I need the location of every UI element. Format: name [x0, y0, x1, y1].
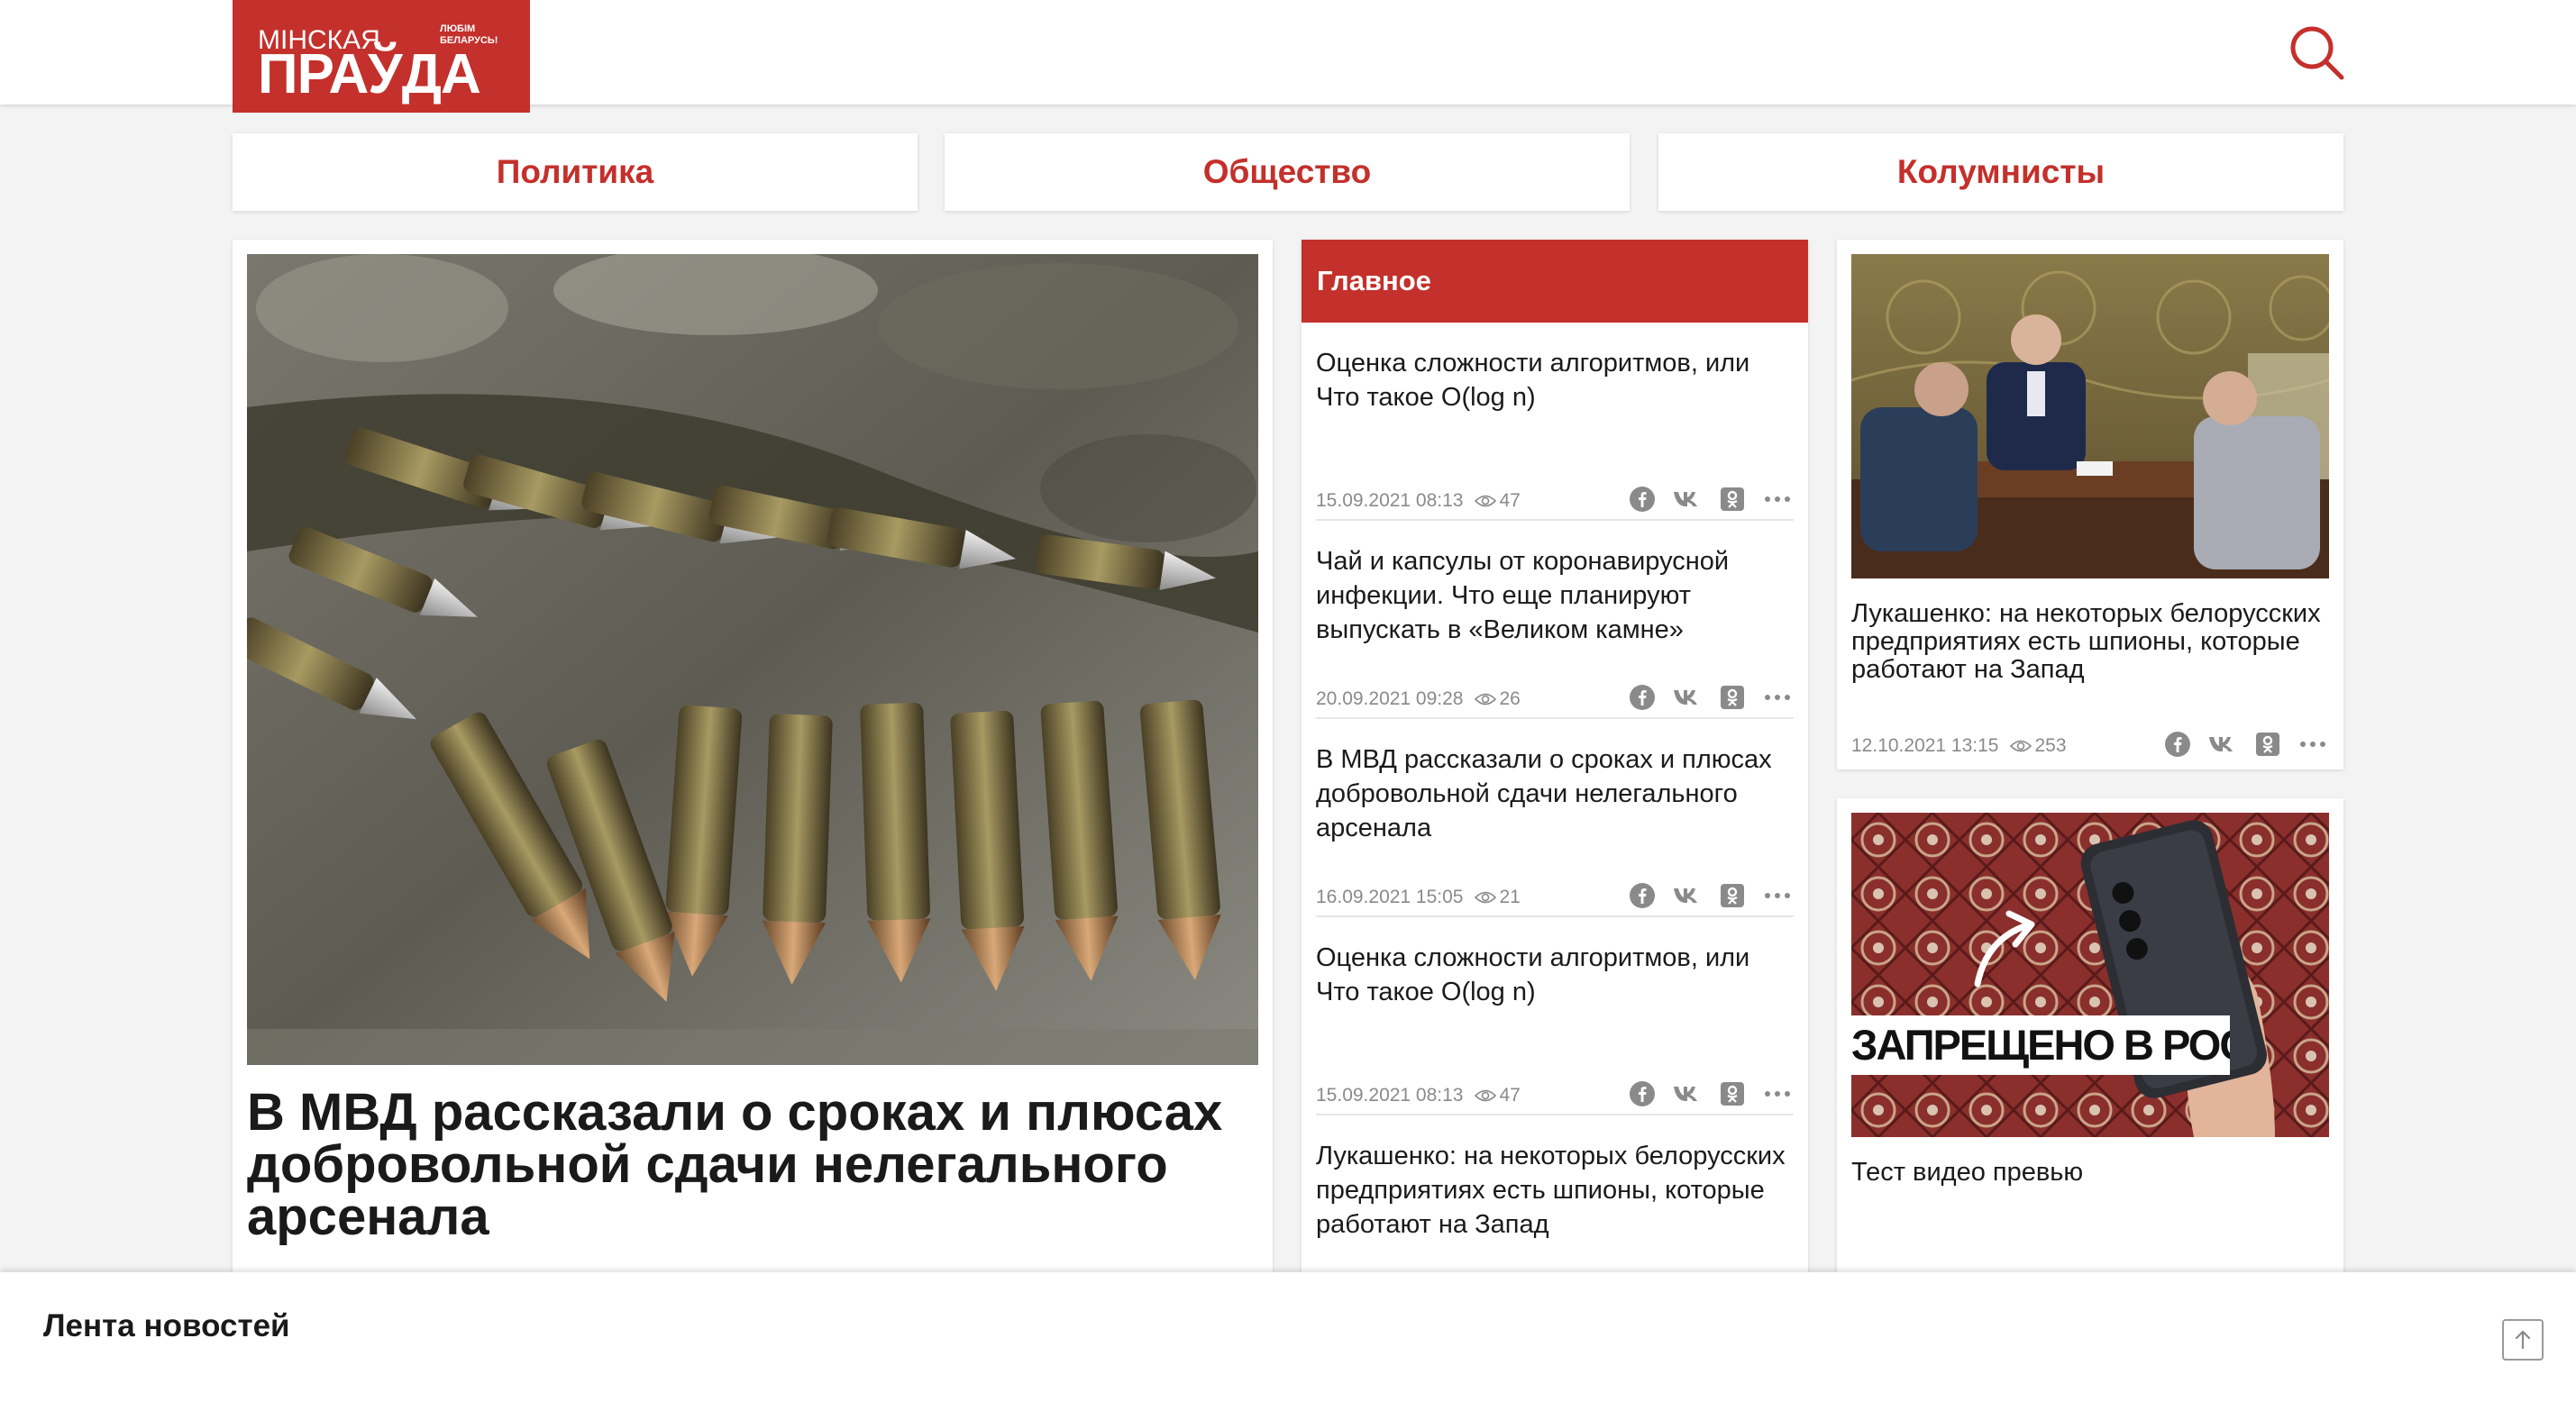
more-icon[interactable]: [2297, 728, 2329, 760]
eye-icon: [1474, 1089, 1496, 1102]
side-article-view-count: 253: [2034, 735, 2067, 756]
vk-icon[interactable]: [1671, 879, 1704, 912]
share-bar: [1626, 1078, 1794, 1110]
nav-politics[interactable]: Политика: [233, 133, 918, 211]
search-icon[interactable]: [2289, 25, 2345, 81]
news-item-title[interactable]: Оценка сложности алгоритмов, или Что так…: [1316, 346, 1794, 414]
side-article-meta: 12.10.2021 13:15 253: [1851, 735, 2067, 757]
news-item[interactable]: Оценка сложности алгоритмов, или Что так…: [1316, 323, 1794, 521]
side-article-title[interactable]: Лукашенко: на некоторых белорусских пред…: [1851, 600, 2329, 684]
main-news-heading: Главное: [1302, 240, 1808, 323]
news-feed-bar[interactable]: Лента новостей: [0, 1272, 2576, 1411]
main-article-image[interactable]: [247, 254, 1258, 1065]
odnoklassniki-icon[interactable]: [1716, 879, 1749, 912]
logo-line2: ПРАЎДА: [258, 43, 481, 105]
eye-icon: [1474, 891, 1496, 904]
news-item-meta: 20.09.2021 09:28 26: [1316, 688, 1521, 710]
facebook-icon[interactable]: [1626, 681, 1658, 714]
share-bar: [1626, 879, 1794, 912]
video-overlay-text: ЗАПРЕЩЕНО В РОССИИ: [1851, 1021, 2230, 1069]
share-bar: [2161, 728, 2329, 760]
news-item-date: 15.09.2021 08:13: [1316, 490, 1464, 511]
news-item-view-count: 47: [1499, 490, 1521, 511]
facebook-icon[interactable]: [2161, 728, 2194, 760]
news-item-view-count: 21: [1499, 887, 1521, 907]
vk-icon[interactable]: [1671, 681, 1704, 714]
odnoklassniki-icon[interactable]: [1716, 1078, 1749, 1110]
news-item-meta: 15.09.2021 08:13 47: [1316, 1085, 1521, 1106]
more-icon[interactable]: [1761, 1078, 1794, 1110]
news-item-title[interactable]: В МВД рассказали о сроках и плюсах добро…: [1316, 742, 1794, 845]
video-preview-card: ЗАПРЕЩЕНО В РОССИИ Тест видео превью: [1837, 798, 2343, 1276]
video-preview-title[interactable]: Тест видео превью: [1851, 1159, 2329, 1187]
odnoklassniki-icon[interactable]: [1716, 681, 1749, 714]
news-feed-title[interactable]: Лента новостей: [43, 1308, 290, 1344]
site-logo[interactable]: МІНСКАЯ ПРАЎДА ЛЮБІМ БЕЛАРУСЬ!: [233, 0, 530, 113]
more-icon[interactable]: [1761, 681, 1794, 714]
share-bar: [1626, 681, 1794, 714]
video-preview-image[interactable]: ЗАПРЕЩЕНО В РОССИИ: [1851, 813, 2329, 1137]
more-icon[interactable]: [1761, 483, 1794, 515]
news-item-view-count: 47: [1499, 1085, 1521, 1106]
vk-icon[interactable]: [1671, 483, 1704, 515]
news-item[interactable]: Чай и капсулы от коронавирусной инфекции…: [1316, 521, 1794, 719]
odnoklassniki-icon[interactable]: [1716, 483, 1749, 515]
logo-tagline: ЛЮБІМ БЕЛАРУСЬ!: [440, 23, 498, 46]
main-article-title[interactable]: В МВД рассказали о сроках и плюсах добро…: [247, 1087, 1262, 1243]
news-item-views: 47: [1474, 1085, 1521, 1106]
nav-society[interactable]: Общество: [945, 133, 1630, 211]
vk-icon[interactable]: [1671, 1078, 1704, 1110]
news-item-date: 20.09.2021 09:28: [1316, 688, 1464, 709]
odnoklassniki-icon[interactable]: [2252, 728, 2284, 760]
news-item-date: 15.09.2021 08:13: [1316, 1085, 1464, 1106]
more-icon[interactable]: [1761, 879, 1794, 912]
vk-icon[interactable]: [2206, 728, 2239, 760]
side-article-card: Лукашенко: на некоторых белорусских пред…: [1837, 240, 2343, 769]
news-item-views: 47: [1474, 490, 1521, 512]
news-item-meta: 15.09.2021 08:13 47: [1316, 490, 1521, 512]
side-article-date: 12.10.2021 13:15: [1851, 735, 1999, 756]
main-article-card: В МВД рассказали о сроках и плюсах добро…: [233, 240, 1273, 1276]
news-item[interactable]: Оценка сложности алгоритмов, или Что так…: [1316, 917, 1794, 1115]
share-bar: [1626, 483, 1794, 515]
facebook-icon[interactable]: [1626, 879, 1658, 912]
site-header: МІНСКАЯ ПРАЎДА ЛЮБІМ БЕЛАРУСЬ!: [0, 0, 2576, 113]
side-article-image[interactable]: [1851, 254, 2329, 578]
eye-icon: [2009, 740, 2032, 752]
eye-icon: [1474, 495, 1496, 507]
news-item[interactable]: Лукашенко: на некоторых белорусских пред…: [1316, 1115, 1794, 1276]
news-item-date: 16.09.2021 15:05: [1316, 887, 1464, 907]
news-item-meta: 16.09.2021 15:05 21: [1316, 887, 1521, 908]
news-item[interactable]: В МВД рассказали о сроках и плюсах добро…: [1316, 719, 1794, 917]
facebook-icon[interactable]: [1626, 483, 1658, 515]
eye-icon: [1474, 693, 1496, 706]
side-article-views: 253: [2009, 735, 2067, 757]
news-item-views: 26: [1474, 688, 1521, 710]
news-item-title[interactable]: Лукашенко: на некоторых белорусских пред…: [1316, 1139, 1794, 1242]
nav-columnists[interactable]: Колумнисты: [1658, 133, 2343, 211]
news-item-views: 21: [1474, 887, 1521, 908]
facebook-icon[interactable]: [1626, 1078, 1658, 1110]
arrow-up-icon[interactable]: [2502, 1319, 2544, 1361]
main-news-column: Главное Оценка сложности алгоритмов, или…: [1302, 240, 1808, 1276]
news-item-title[interactable]: Оценка сложности алгоритмов, или Что так…: [1316, 941, 1794, 1009]
news-item-title[interactable]: Чай и капсулы от коронавирусной инфекции…: [1316, 544, 1794, 647]
news-item-view-count: 26: [1499, 688, 1521, 709]
